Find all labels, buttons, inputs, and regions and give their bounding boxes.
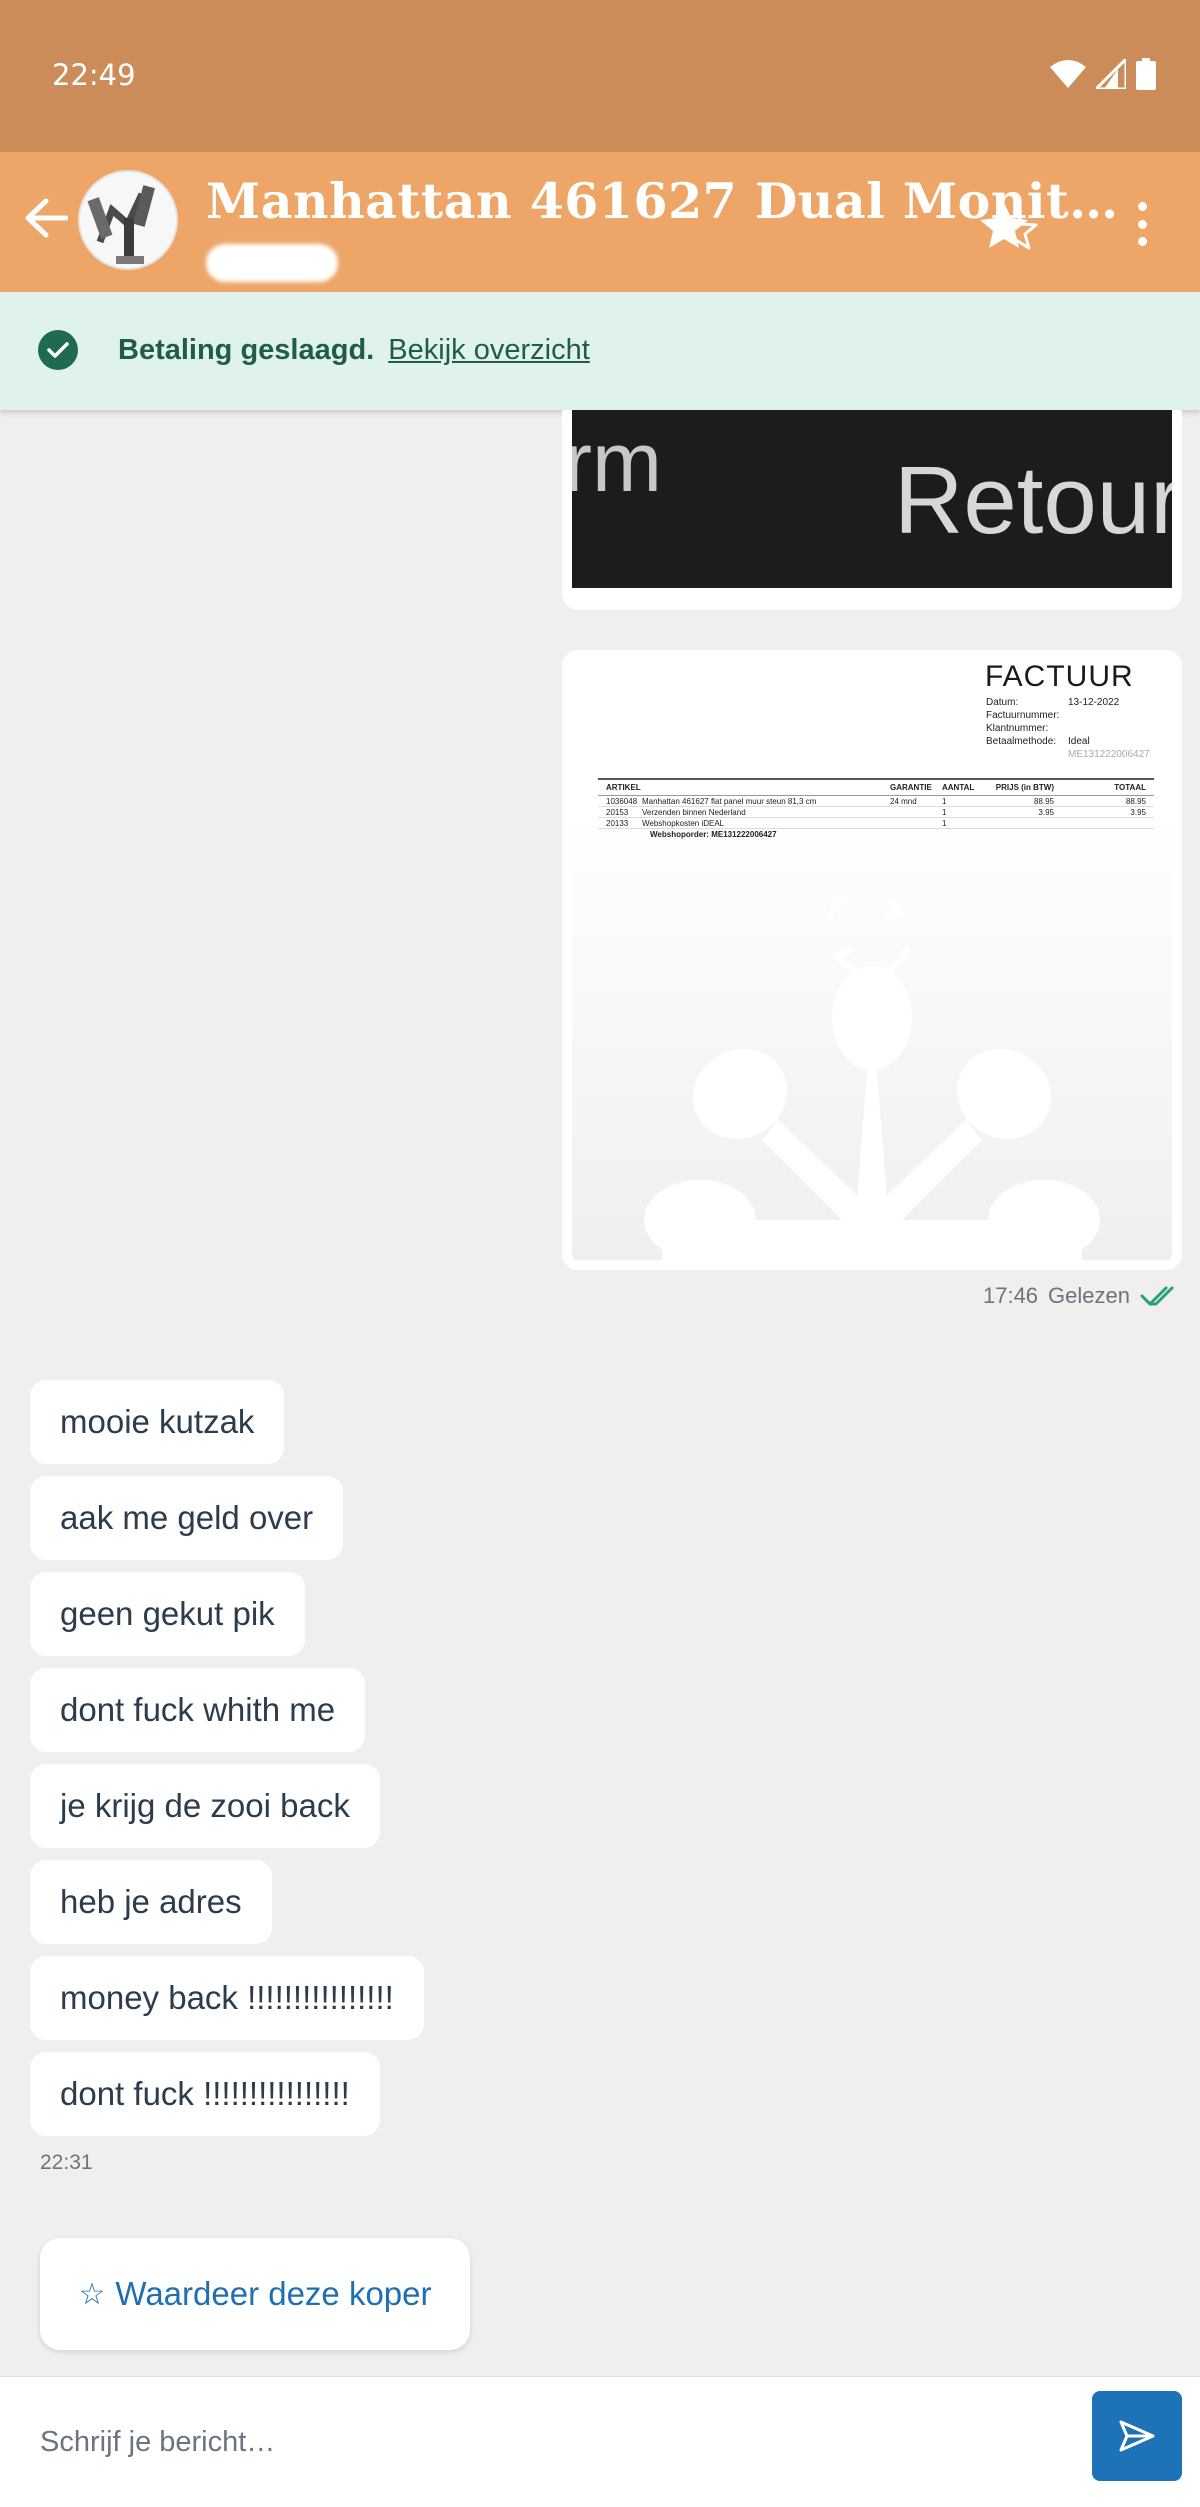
signal-icon	[1096, 59, 1126, 89]
read-status: Gelezen	[1048, 1283, 1130, 1308]
listing-avatar[interactable]	[78, 170, 178, 270]
banner-text: Betaling geslaagd. Bekijk overzicht	[118, 334, 590, 367]
invoice-title: FACTUUR	[985, 660, 1134, 693]
invoice-order: Webshoporder: ME131222006427	[650, 830, 777, 839]
star-rate-icon	[980, 202, 1038, 250]
message-meta: 17:46 Gelezen	[983, 1283, 1180, 1309]
photo-text-retour: Retour	[894, 447, 1172, 554]
sent-time: 17:46	[982, 1283, 1039, 1308]
wifi-icon	[1050, 60, 1086, 88]
invoice-row: 20153 Verzenden binnen Nederland 1 3.95 …	[598, 807, 1154, 818]
invoice-reference: ME131222006427	[1068, 749, 1150, 760]
redacted-subtitle	[206, 244, 338, 282]
check-circle-icon	[38, 330, 78, 370]
image-message-top[interactable]: rm Retour	[562, 410, 1182, 610]
incoming-message[interactable]: mooie kutzak	[30, 1380, 285, 1464]
invoice-image-message[interactable]: FACTUUR Datum: 13-12-2022 Factuurnummer: …	[562, 650, 1182, 1270]
message-input[interactable]	[22, 2397, 1062, 2487]
more-vert-icon	[1137, 202, 1147, 211]
back-button[interactable]	[12, 184, 80, 252]
incoming-message[interactable]: aak me geld over	[30, 1476, 344, 1560]
battery-icon	[1136, 58, 1156, 90]
status-time: 22:49	[52, 58, 136, 92]
more-options-button[interactable]	[1120, 196, 1164, 252]
incoming-time: 22:31	[40, 2151, 93, 2174]
invoice-table-header: ARTIKEL GARANTIE AANTAL PRIJS (in BTW) T…	[598, 780, 1154, 796]
status-icons	[1050, 58, 1156, 90]
incoming-message[interactable]: dont fuck !!!!!!!!!!!!!!!!	[30, 2052, 380, 2136]
invoice-meta: Datum: 13-12-2022 Factuurnummer: Klantnum…	[986, 697, 1150, 760]
banner-message: Betaling geslaagd.	[118, 334, 375, 366]
rate-buyer-button[interactable]: ☆ Waardeer deze koper	[40, 2238, 470, 2350]
incoming-message[interactable]: je krijg de zooi back	[30, 1764, 380, 1848]
back-arrow-icon	[25, 198, 68, 238]
incoming-message[interactable]: heb je adres	[30, 1860, 272, 1944]
incoming-message[interactable]: money back !!!!!!!!!!!!!!!!	[30, 1956, 424, 2040]
app-bar: Manhattan 461627 Dual Monit…	[0, 152, 1200, 292]
monitor-arm-image	[80, 172, 176, 268]
star-outline-icon: ☆	[78, 2277, 106, 2311]
view-overview-link[interactable]: Bekijk overzicht	[388, 334, 589, 366]
send-icon	[1119, 2420, 1155, 2452]
photo-retour: rm Retour	[572, 410, 1172, 588]
incoming-message[interactable]: geen gekut pik	[30, 1572, 305, 1656]
status-bar: 22:49	[0, 0, 1200, 152]
photo-text-arm: rm	[572, 415, 662, 509]
invoice-row: 1036048 Manhattan 461627 flat panel muur…	[598, 796, 1154, 807]
rate-buyer-label: Waardeer deze koper	[115, 2275, 432, 2312]
payment-banner: Betaling geslaagd. Bekijk overzicht	[0, 292, 1200, 410]
double-check-icon	[1140, 1286, 1174, 1306]
invoice-table: ARTIKEL GARANTIE AANTAL PRIJS (in BTW) T…	[598, 778, 1154, 841]
loading-placeholder-icon	[644, 900, 1100, 1260]
invoice-image: FACTUUR Datum: 13-12-2022 Factuurnummer: …	[572, 660, 1172, 1260]
incoming-message[interactable]: dont fuck whith me	[30, 1668, 366, 1752]
rate-star-button[interactable]	[976, 198, 1040, 254]
send-button[interactable]	[1092, 2391, 1182, 2481]
message-composer	[0, 2376, 1200, 2507]
invoice-row: 20133 Webshopkosten iDEAL 1	[598, 818, 1154, 829]
